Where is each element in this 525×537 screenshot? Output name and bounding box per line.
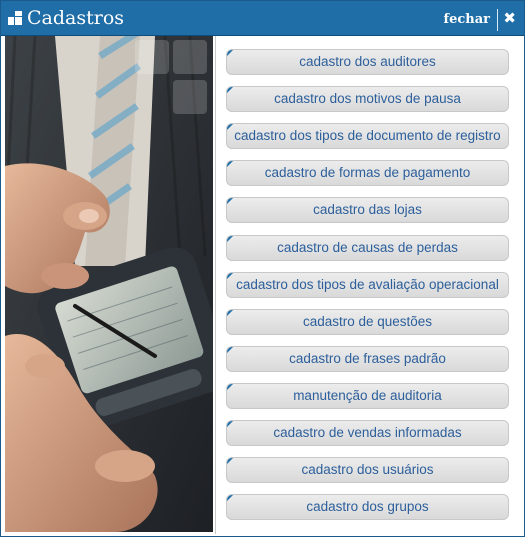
menu-item-label: cadastro de causas de perdas [277, 240, 458, 255]
corner-marker-icon [227, 347, 233, 353]
corner-marker-icon [227, 87, 233, 93]
menu-item[interactable]: cadastro de causas de perdas [226, 235, 509, 261]
menu-item[interactable]: cadastro de vendas informadas [226, 420, 509, 446]
menu-item-label: cadastro de frases padrão [289, 351, 446, 366]
menu-item-label: cadastro de formas de pagamento [264, 165, 471, 180]
corner-marker-icon [227, 161, 233, 167]
menu-item[interactable]: cadastro dos auditores [226, 49, 509, 75]
corner-marker-icon [227, 495, 233, 501]
menu-item[interactable]: cadastro de formas de pagamento [226, 160, 509, 186]
menu-item-label: cadastro dos tipos de avaliação operacio… [236, 277, 499, 292]
title-bar: Cadastros fechar ✖ [1, 1, 524, 36]
menu-item-label: cadastro dos usuários [301, 462, 434, 477]
menu-item[interactable]: cadastro dos tipos de documento de regis… [226, 123, 509, 149]
menu-item-label: cadastro dos auditores [299, 54, 436, 69]
hand-holding-pda-photo [5, 36, 213, 532]
cadastros-window: Cadastros fechar ✖ cadastro dos auditore… [0, 0, 525, 537]
menu-item-label: cadastro de questões [302, 314, 433, 329]
menu-item[interactable]: cadastro de questões [226, 309, 509, 335]
corner-marker-icon [227, 384, 233, 390]
menu-item[interactable]: manutenção de auditoria [226, 383, 509, 409]
close-button[interactable]: fechar [443, 12, 490, 27]
menu-item-label: cadastro de vendas informadas [273, 425, 462, 440]
window-icon [8, 11, 23, 26]
menu-item-label: manutenção de auditoria [293, 388, 442, 403]
menu-item[interactable]: cadastro dos usuários [226, 457, 509, 483]
menu-item[interactable]: cadastro dos grupos [226, 494, 509, 520]
menu-item-label: cadastro das lojas [313, 202, 422, 217]
corner-marker-icon [227, 273, 233, 279]
corner-marker-icon [227, 458, 233, 464]
menu-item[interactable]: cadastro de frases padrão [226, 346, 509, 372]
menu-item[interactable]: cadastro dos motivos de pausa [226, 86, 509, 112]
menu-item-label: cadastro dos grupos [306, 499, 429, 514]
window-title: Cadastros [27, 7, 125, 29]
photo-illustration [5, 36, 213, 532]
menu-item[interactable]: cadastro dos tipos de avaliação operacio… [226, 272, 509, 298]
title-divider [497, 9, 498, 31]
corner-marker-icon [227, 198, 233, 204]
close-icon[interactable]: ✖ [503, 9, 516, 27]
menu-item-label: cadastro dos tipos de documento de regis… [234, 128, 501, 143]
corner-marker-icon [227, 236, 233, 242]
menu-panel: cadastro dos auditores cadastro dos motiv… [215, 36, 522, 534]
corner-marker-icon [227, 124, 233, 130]
corner-marker-icon [227, 50, 233, 56]
menu-item-label: cadastro dos motivos de pausa [274, 91, 461, 106]
corner-marker-icon [227, 421, 233, 427]
menu-item[interactable]: cadastro das lojas [226, 197, 509, 223]
corner-marker-icon [227, 310, 233, 316]
